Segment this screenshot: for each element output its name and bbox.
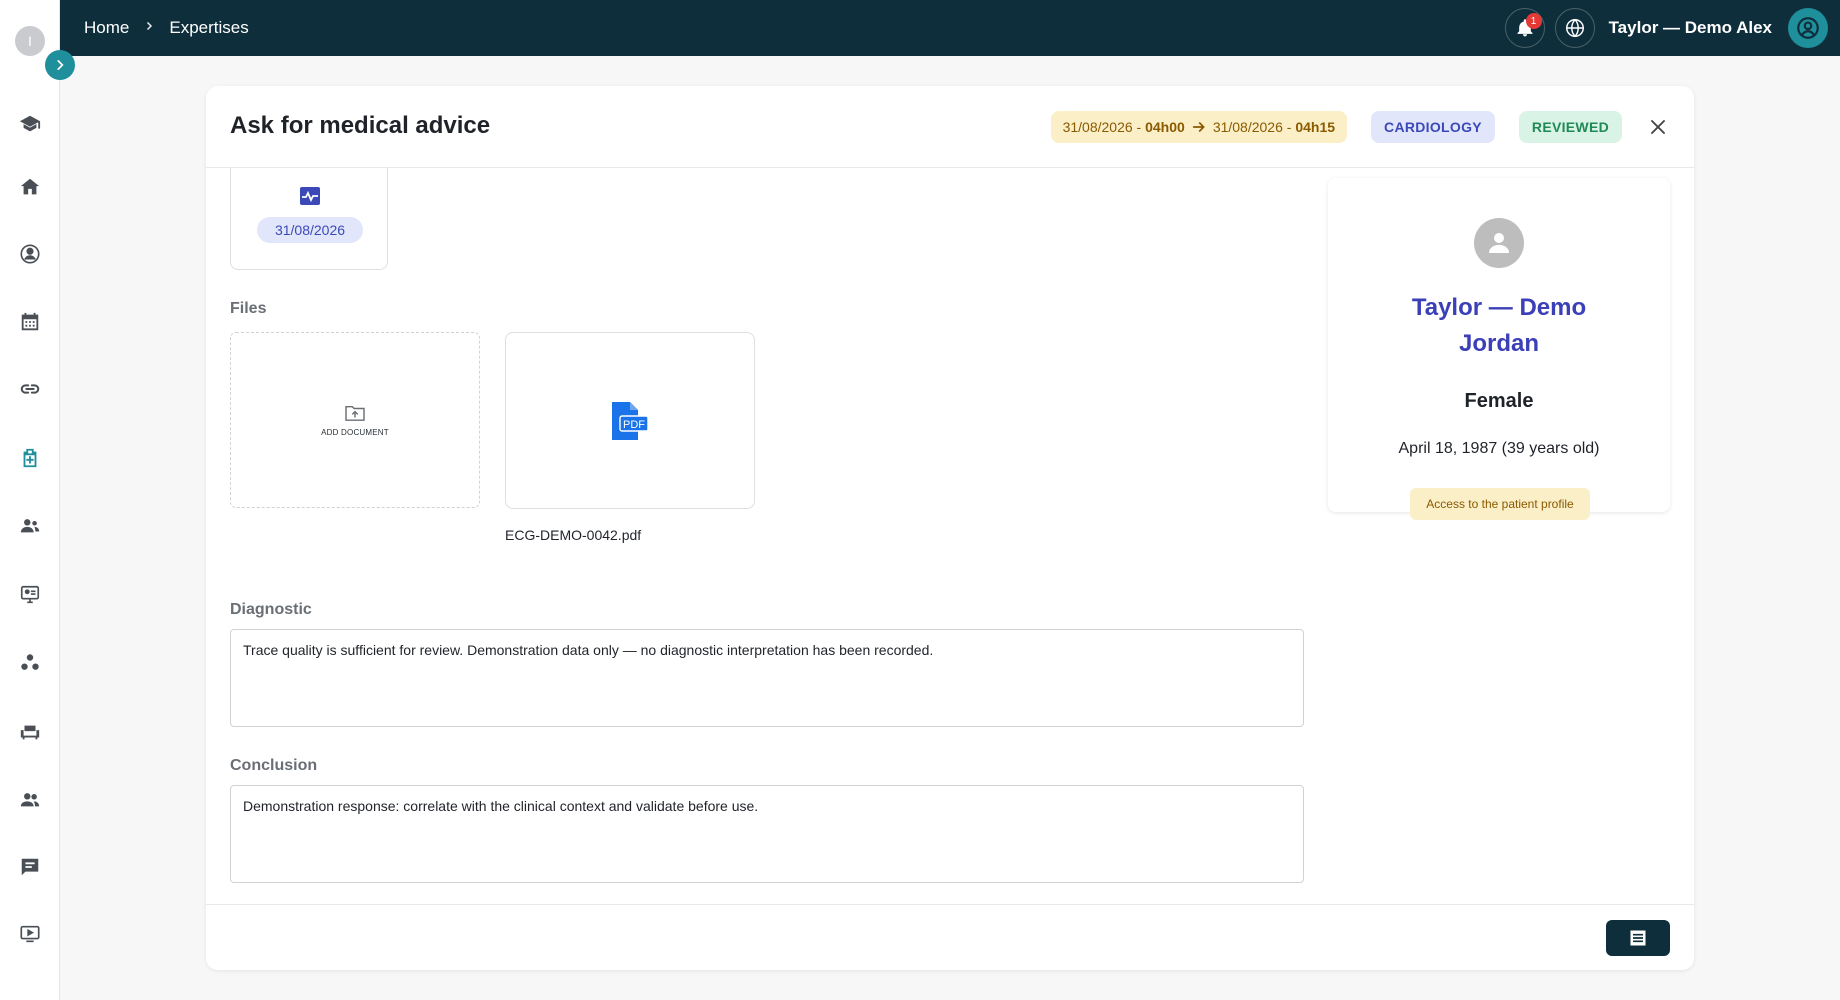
panel-body: 31/08/2026 Files ADD DOCUMENT PDF ECG-DE…: [206, 168, 1694, 904]
specialty-badge: CARDIOLOGY: [1371, 111, 1495, 143]
pdf-icon: PDF: [612, 401, 649, 440]
start-time: 04h00: [1145, 119, 1185, 135]
file-name[interactable]: ECG-DEMO-0042.pdf: [505, 527, 641, 543]
svg-text:PDF: PDF: [623, 419, 645, 431]
language-button[interactable]: [1554, 8, 1595, 48]
close-icon: [1651, 120, 1665, 134]
user-menu-button[interactable]: [1788, 8, 1828, 48]
add-document-button[interactable]: ADD DOCUMENT: [230, 332, 480, 508]
conclusion-textarea[interactable]: Demonstration response: correlate with t…: [230, 785, 1304, 883]
chat-icon[interactable]: [18, 855, 42, 879]
date-range-badge: 31/08/2026 - 04h00 31/08/2026 - 04h15: [1050, 111, 1348, 143]
diagnostic-textarea[interactable]: Trace quality is sufficient for review. …: [230, 629, 1304, 727]
status-badge: REVIEWED: [1518, 111, 1622, 143]
folder-upload-icon: [345, 405, 365, 421]
close-button[interactable]: [1646, 115, 1670, 139]
expertise-panel: Ask for medical advice 31/08/2026 - 04h0…: [206, 86, 1694, 970]
arrow-right-icon: [1192, 122, 1205, 132]
ecg-icon: [300, 187, 320, 205]
breadcrumb: Home Expertises: [84, 0, 249, 56]
add-document-label: ADD DOCUMENT: [321, 427, 389, 437]
account-circle-icon: [1797, 17, 1819, 39]
breadcrumb-home[interactable]: Home: [84, 18, 129, 38]
people-icon[interactable]: [18, 788, 42, 812]
chevron-right-icon: [57, 60, 64, 70]
expertise-icon[interactable]: [18, 446, 42, 470]
patient-card: Taylor — Demo Jordan Female April 18, 19…: [1328, 178, 1670, 520]
report-button[interactable]: [1606, 920, 1670, 956]
calendar-icon[interactable]: [18, 310, 42, 334]
sidebar-expand-button[interactable]: [45, 50, 75, 80]
teleconsult-icon[interactable]: [18, 583, 42, 607]
person-icon: [1489, 233, 1509, 253]
patient-gender: Female: [1464, 390, 1534, 412]
chevron-right-icon: [143, 19, 155, 37]
diagnostic-label: Diagnostic: [230, 601, 312, 618]
network-icon[interactable]: [18, 651, 42, 675]
notification-badge: 1: [1525, 13, 1542, 29]
sidebar: I: [0, 0, 60, 1000]
patient-profile-button[interactable]: Access to the patient profile: [1410, 488, 1590, 520]
user-group-icon[interactable]: [18, 514, 42, 538]
files-label: Files: [230, 300, 267, 317]
file-card[interactable]: PDF: [505, 332, 755, 509]
conclusion-label: Conclusion: [230, 757, 318, 774]
doctor-icon[interactable]: [18, 242, 42, 266]
end-time: 04h15: [1295, 119, 1336, 135]
waiting-room-icon[interactable]: [18, 720, 42, 744]
exam-card[interactable]: 31/08/2026: [230, 168, 388, 270]
sidebar-avatar[interactable]: I: [15, 26, 45, 56]
patient-dob: April 18, 1987 (39 years old): [1398, 440, 1600, 457]
patient-name: Taylor — Demo Jordan: [1411, 294, 1587, 357]
page-title: Ask for medical advice: [230, 112, 491, 139]
breadcrumb-expertises[interactable]: Expertises: [169, 18, 248, 38]
panel-footer: [206, 904, 1694, 970]
exam-date: 31/08/2026: [257, 217, 363, 243]
document-icon: [1630, 930, 1646, 946]
link-icon[interactable]: [18, 377, 42, 401]
notifications-button[interactable]: 1: [1504, 8, 1545, 48]
patient-avatar: [1474, 218, 1524, 268]
video-icon[interactable]: [18, 922, 42, 946]
graduation-cap-icon[interactable]: [18, 112, 42, 136]
panel-header: Ask for medical advice 31/08/2026 - 04h0…: [206, 86, 1694, 168]
globe-icon: [1565, 18, 1584, 38]
start-date: 31/08/2026 -: [1062, 119, 1146, 135]
end-date: 31/08/2026 -: [1212, 119, 1296, 135]
top-bar: Home Expertises 1 Taylor — Demo Alex: [60, 0, 1840, 56]
home-icon[interactable]: [18, 175, 42, 199]
user-name[interactable]: Taylor — Demo Alex: [1609, 18, 1772, 38]
